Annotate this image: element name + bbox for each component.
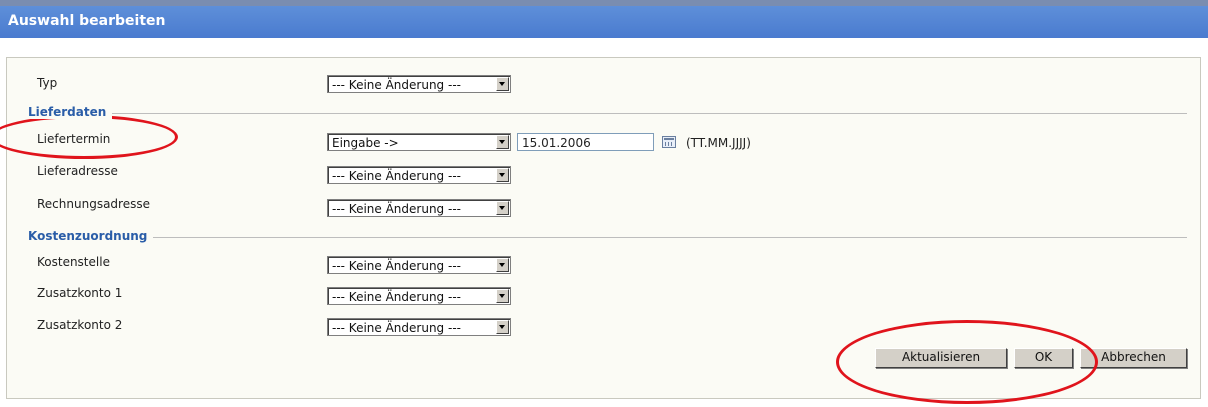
zusatzkonto2-select-value: --- Keine Änderung ---	[332, 321, 461, 335]
liefertermin-date-input[interactable]: 15.01.2006	[517, 133, 654, 151]
chevron-down-icon[interactable]	[496, 168, 509, 182]
lieferadresse-label: Lieferadresse	[37, 164, 118, 178]
rechnungsadresse-select[interactable]: --- Keine Änderung ---	[327, 199, 511, 217]
zusatzkonto1-select[interactable]: --- Keine Änderung ---	[327, 287, 511, 305]
rechnungsadresse-label: Rechnungsadresse	[37, 197, 150, 211]
dialog-title-bar: Auswahl bearbeiten	[0, 6, 1208, 38]
zusatzkonto1-label: Zusatzkonto 1	[37, 286, 123, 300]
calendar-icon[interactable]	[662, 136, 676, 148]
liefertermin-label: Liefertermin	[37, 132, 111, 146]
ok-button[interactable]: OK	[1014, 348, 1073, 368]
chevron-down-icon[interactable]	[496, 135, 509, 149]
chevron-down-icon[interactable]	[496, 320, 509, 334]
chevron-down-icon[interactable]	[496, 77, 509, 91]
section-divider	[28, 113, 1187, 114]
liefertermin-mode-select[interactable]: Eingabe ->	[327, 133, 511, 151]
section-title-kostenzuordnung: Kostenzuordnung	[28, 229, 154, 243]
section-divider	[28, 237, 1187, 238]
cancel-button[interactable]: Abbrechen	[1080, 348, 1187, 368]
typ-label: Typ	[37, 76, 58, 90]
liefertermin-date-value: 15.01.2006	[522, 136, 591, 150]
kostenstelle-select[interactable]: --- Keine Änderung ---	[327, 256, 511, 274]
rechnungsadresse-select-value: --- Keine Änderung ---	[332, 202, 461, 216]
zusatzkonto1-select-value: --- Keine Änderung ---	[332, 290, 461, 304]
typ-select[interactable]: --- Keine Änderung ---	[327, 75, 511, 93]
zusatzkonto2-select[interactable]: --- Keine Änderung ---	[327, 318, 511, 336]
lieferadresse-select[interactable]: --- Keine Änderung ---	[327, 166, 511, 184]
kostenstelle-label: Kostenstelle	[37, 255, 110, 269]
section-lieferdaten: Lieferdaten	[28, 105, 1187, 119]
zusatzkonto2-label: Zusatzkonto 2	[37, 318, 123, 332]
chevron-down-icon[interactable]	[496, 258, 509, 272]
date-format-hint: (TT.MM.JJJJ)	[686, 136, 751, 150]
chevron-down-icon[interactable]	[496, 289, 509, 303]
section-kostenzuordnung: Kostenzuordnung	[28, 229, 1187, 243]
liefertermin-mode-value: Eingabe ->	[332, 136, 399, 150]
kostenstelle-select-value: --- Keine Änderung ---	[332, 259, 461, 273]
section-title-lieferdaten: Lieferdaten	[28, 105, 113, 119]
lieferadresse-select-value: --- Keine Änderung ---	[332, 169, 461, 183]
typ-select-value: --- Keine Änderung ---	[332, 78, 461, 92]
dialog-title: Auswahl bearbeiten	[8, 13, 166, 29]
chevron-down-icon[interactable]	[496, 201, 509, 215]
update-button[interactable]: Aktualisieren	[875, 348, 1007, 368]
